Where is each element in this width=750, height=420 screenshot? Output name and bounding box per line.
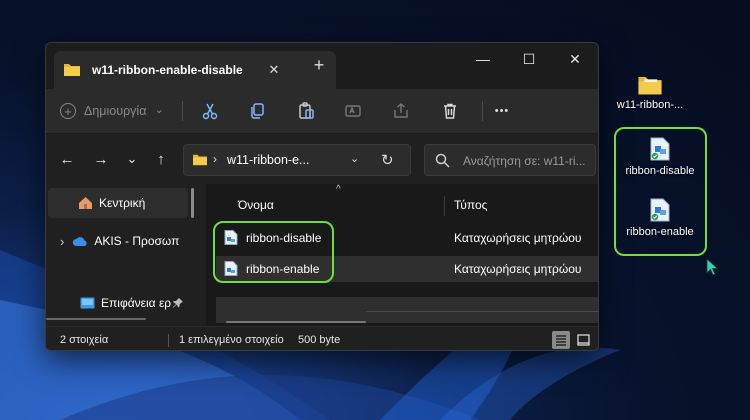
desktop-file-label: ribbon-enable: [626, 226, 694, 238]
navigation-pane: Κεντρική › AKIS - Προσωπ Επιφάνεια ερ: [46, 184, 196, 326]
back-icon[interactable]: ←: [58, 150, 76, 168]
table-row[interactable]: [216, 297, 598, 323]
refresh-icon[interactable]: ↻: [381, 151, 394, 169]
new-button[interactable]: + Δημιουργία ⌄: [60, 97, 164, 125]
recent-locations-icon[interactable]: ⌄: [123, 150, 141, 168]
folder-icon: [608, 74, 692, 96]
address-row: ← → ⌄ ↑ › w11-ribbon-e... ⌄ ↻ Αναζήτηση …: [46, 134, 598, 184]
divider: [482, 101, 483, 121]
copy-icon[interactable]: [247, 101, 267, 121]
forward-icon[interactable]: →: [92, 150, 110, 168]
sort-ascending-icon: ^: [336, 184, 341, 195]
mouse-cursor-icon: [706, 258, 719, 276]
divider: [182, 101, 183, 121]
share-icon[interactable]: [391, 101, 411, 121]
status-size: 500 byte: [298, 334, 341, 346]
highlight-box: [213, 221, 334, 283]
minimize-button[interactable]: —: [460, 43, 506, 75]
desktop-file-ribbon-enable[interactable]: ribbon-enable: [615, 198, 705, 238]
registry-file-icon: [615, 137, 705, 161]
tab-title: w11-ribbon-enable-disable: [92, 63, 243, 77]
file-type: Καταχωρήσεις μητρώου: [454, 262, 582, 276]
up-icon[interactable]: ↑: [152, 150, 170, 168]
file-type: Καταχωρήσεις μητρώου: [454, 231, 582, 245]
add-icon: +: [60, 103, 76, 119]
sidebar-item-home[interactable]: Κεντρική: [48, 188, 188, 218]
sidebar-item-desktop[interactable]: Επιφάνεια ερ: [48, 288, 188, 318]
cut-icon[interactable]: [200, 101, 220, 121]
pin-icon: [173, 298, 184, 308]
scrollbar[interactable]: [226, 321, 366, 323]
desktop-folder-label: w11-ribbon-...: [616, 99, 684, 111]
desktop-folder[interactable]: w11-ribbon-...: [608, 74, 692, 111]
column-header-type[interactable]: Τύπος: [454, 198, 487, 212]
sidebar-item-onedrive[interactable]: › AKIS - Προσωπ: [48, 226, 188, 256]
delete-icon[interactable]: [440, 101, 460, 121]
status-item-count: 2 στοιχεία: [60, 334, 109, 346]
sidebar-item-label: AKIS - Προσωπ: [94, 234, 180, 248]
new-tab-button[interactable]: +: [310, 56, 328, 75]
chevron-down-icon: ⌄: [154, 103, 164, 116]
folder-icon: [192, 153, 208, 171]
rename-icon[interactable]: [343, 101, 363, 121]
sidebar-item-label: Επιφάνεια ερ: [101, 296, 172, 310]
new-button-label: Δημιουργία: [84, 104, 147, 118]
divider: [168, 334, 169, 347]
command-bar: + Δημιουργία ⌄ •••: [46, 89, 598, 133]
search-icon: [435, 153, 450, 173]
tiles-view-icon[interactable]: [574, 331, 592, 349]
sidebar-item-label: Κεντρική: [99, 196, 146, 210]
address-bar[interactable]: › w11-ribbon-e... ⌄ ↻: [183, 144, 411, 176]
breadcrumb[interactable]: w11-ribbon-e...: [227, 153, 309, 167]
desktop-file-ribbon-disable[interactable]: ribbon-disable: [615, 137, 705, 177]
scrollbar[interactable]: [191, 188, 194, 218]
home-icon: [78, 196, 93, 210]
expand-chevron-icon[interactable]: ›: [60, 234, 64, 249]
more-options-icon[interactable]: •••: [490, 101, 514, 121]
search-input[interactable]: Αναζήτηση σε: w11-ri...: [463, 154, 586, 168]
tab-close-icon[interactable]: ✕: [266, 62, 282, 78]
details-view-icon[interactable]: [552, 331, 570, 349]
search-box[interactable]: Αναζήτηση σε: w11-ri...: [424, 144, 596, 176]
status-selected-count: 1 επιλεγμένο στοιχείο: [179, 334, 284, 346]
onedrive-icon: [72, 236, 88, 247]
chevron-down-icon[interactable]: ⌄: [350, 152, 359, 165]
breadcrumb-chevron-icon[interactable]: ›: [213, 152, 217, 166]
title-bar: w11-ribbon-enable-disable ✕ + — ☐ ✕: [46, 43, 598, 89]
registry-file-icon: [615, 198, 705, 222]
explorer-window: w11-ribbon-enable-disable ✕ + — ☐ ✕ + Δη…: [45, 42, 599, 351]
maximize-button[interactable]: ☐: [506, 43, 552, 75]
close-button[interactable]: ✕: [552, 43, 598, 75]
divider: [366, 311, 598, 312]
paste-icon[interactable]: [296, 101, 316, 121]
tab-w11-ribbon[interactable]: w11-ribbon-enable-disable ✕: [54, 51, 336, 89]
column-header-name[interactable]: Όνομα: [238, 198, 274, 212]
desktop-icon: [80, 297, 95, 309]
column-divider[interactable]: [444, 196, 445, 216]
scrollbar[interactable]: [46, 318, 146, 320]
status-bar: 2 στοιχεία 1 επιλεγμένο στοιχείο 500 byt…: [46, 326, 598, 350]
folder-icon: [63, 62, 81, 82]
desktop-file-label: ribbon-disable: [625, 165, 695, 177]
